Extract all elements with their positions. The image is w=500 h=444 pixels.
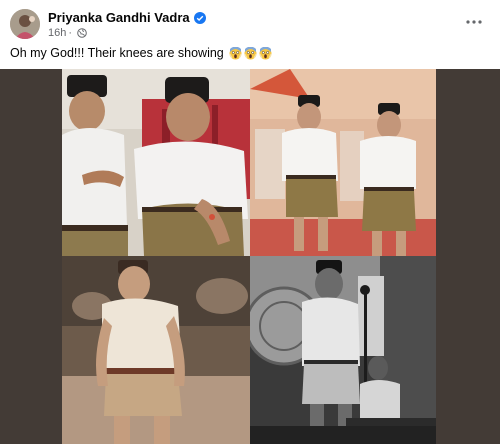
verified-badge-icon	[193, 11, 206, 24]
post-meta: 16h ·	[48, 27, 87, 39]
post-caption: Oh my God!!! Their knees are showing	[10, 46, 272, 60]
caption-text: Oh my God!!! Their knees are showing	[10, 46, 224, 60]
globe-icon[interactable]	[77, 28, 87, 38]
photo-top-left[interactable]	[62, 69, 250, 256]
photo-bottom-left[interactable]	[62, 256, 250, 444]
screaming-face-icon	[244, 46, 257, 60]
post-header: Priyanka Gandhi Vadra 16h ·	[0, 0, 500, 44]
photo-bottom-right[interactable]	[250, 256, 436, 444]
post-photo-collage[interactable]	[0, 69, 500, 444]
screaming-face-icon	[259, 46, 272, 60]
author-name-row[interactable]: Priyanka Gandhi Vadra	[48, 10, 206, 25]
more-options-icon[interactable]	[464, 12, 484, 32]
photo-top-right[interactable]	[250, 69, 436, 256]
avatar[interactable]	[10, 9, 40, 39]
post-timestamp[interactable]: 16h	[48, 27, 66, 39]
meta-separator: ·	[68, 27, 73, 39]
screaming-face-icon	[229, 46, 242, 60]
author-name[interactable]: Priyanka Gandhi Vadra	[48, 10, 190, 25]
